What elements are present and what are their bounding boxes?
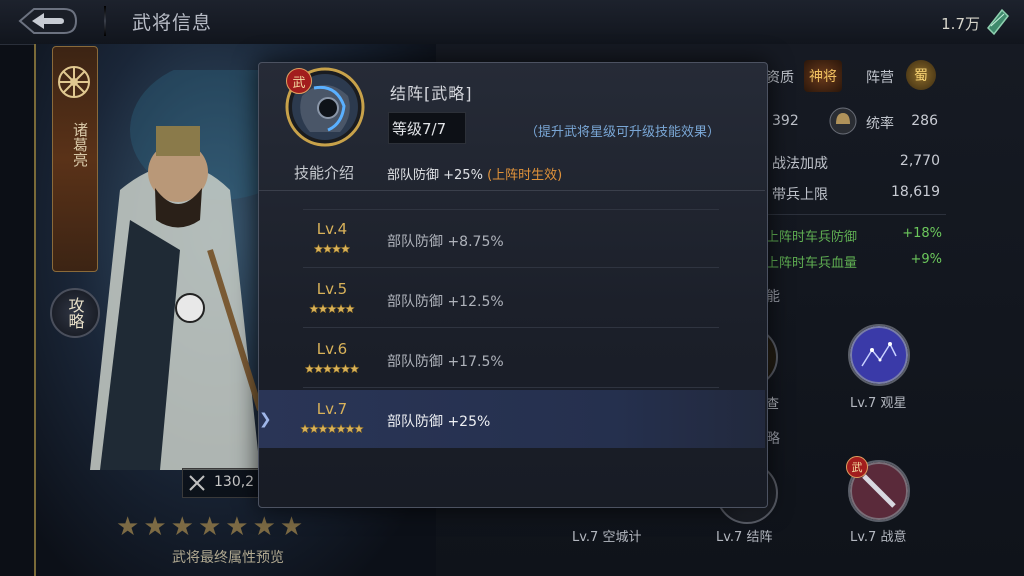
strategy-guide-button[interactable]: 攻略 bbox=[50, 288, 100, 338]
star-icon bbox=[331, 363, 342, 374]
level-row[interactable]: Lv.5 部队防御 +12.5% bbox=[259, 270, 765, 328]
level-stars bbox=[299, 194, 365, 198]
crossed-swords-icon bbox=[189, 475, 205, 491]
star-icon bbox=[326, 423, 338, 434]
level-label: Lv.6 bbox=[316, 340, 348, 358]
selection-arrow-icon: ❯ bbox=[259, 410, 272, 428]
level-effect: 部队防御 +17.5% bbox=[387, 354, 504, 370]
star-icon bbox=[304, 363, 315, 374]
level-stars bbox=[299, 423, 365, 434]
bonus-value: +9% bbox=[910, 252, 942, 267]
star-icon bbox=[335, 423, 347, 434]
star-icon bbox=[313, 363, 324, 374]
current-effect-value: 部队防御 +25% bbox=[387, 168, 483, 183]
hero-name: 诸葛亮 bbox=[71, 122, 89, 167]
title-separator bbox=[104, 6, 106, 36]
level-stars bbox=[308, 303, 356, 314]
page-title: 武将信息 bbox=[132, 12, 213, 34]
skill-level-text: 等级7/7 bbox=[392, 120, 447, 138]
star-icon bbox=[349, 363, 360, 374]
star-icon: ★ bbox=[252, 512, 276, 542]
row-divider bbox=[303, 267, 719, 268]
star-icon bbox=[322, 243, 333, 254]
level-stars bbox=[313, 243, 351, 254]
bonus-label: 上阵时车兵防御 bbox=[766, 230, 858, 245]
stat-value-partial: 392 bbox=[772, 113, 799, 129]
command-value: 286 bbox=[911, 113, 938, 129]
strategy-section-title: 略 bbox=[766, 431, 780, 447]
effect-condition: (上阵时生效) bbox=[487, 168, 563, 183]
level-label: Lv.4 bbox=[316, 220, 348, 238]
star-icon bbox=[353, 423, 365, 434]
star-icon bbox=[313, 243, 324, 254]
combat-power-value: 130,2 bbox=[214, 474, 255, 490]
star-icon bbox=[308, 423, 320, 434]
skill-name: 结阵[武略] bbox=[390, 84, 473, 103]
skills-section-title: 能 bbox=[766, 289, 780, 305]
dharma-wheel-icon bbox=[58, 66, 90, 98]
star-icon: ★ bbox=[279, 512, 304, 542]
faction-badge-icon: 蜀 bbox=[906, 60, 936, 90]
star-icon: ★ bbox=[197, 512, 222, 542]
star-icon: ★ bbox=[143, 512, 167, 542]
star-icon bbox=[335, 303, 347, 314]
star-icon bbox=[326, 303, 338, 314]
bonus-label: 上阵时车兵血量 bbox=[766, 256, 858, 271]
troop-cap-value: 18,619 bbox=[891, 184, 940, 200]
final-attribute-preview-link[interactable]: 武将最终属性预览 bbox=[172, 547, 284, 567]
troop-cap-label: 带兵上限 bbox=[772, 187, 828, 203]
bonus-value: +18% bbox=[902, 226, 942, 241]
star-icon bbox=[322, 363, 333, 374]
skill-caption: Lv.7 结阵 bbox=[716, 530, 773, 545]
level-stars bbox=[304, 363, 360, 374]
tactics-bonus-value: 2,770 bbox=[899, 153, 940, 169]
martial-type-badge-icon: 武 bbox=[286, 68, 312, 94]
top-bar: 武将信息 1.7万 bbox=[0, 0, 1024, 45]
star-icon bbox=[340, 363, 351, 374]
level-effect-list[interactable]: Lv.4 部队防御 +8.75% Lv.5 部队防御 +12.5% Lv.6 部… bbox=[259, 194, 765, 454]
currency-amount: 1.7万 bbox=[941, 15, 980, 33]
level-effect: 部队防御 +25% bbox=[387, 414, 491, 430]
star-icon bbox=[331, 243, 342, 254]
level-effect: 部队防御 +8.75% bbox=[387, 234, 504, 250]
stargazing-skill-icon[interactable] bbox=[848, 324, 910, 386]
star-icon bbox=[308, 303, 320, 314]
row-divider bbox=[303, 327, 719, 328]
star-icon bbox=[317, 303, 329, 314]
skill-caption: Lv.7 战意 bbox=[850, 530, 907, 545]
current-effect-text: 部队防御 +25% (上阵时生效) bbox=[387, 164, 562, 183]
aptitude-badge-icon: 神将 bbox=[804, 60, 842, 92]
level-row-selected[interactable]: ❯ Lv.7 部队防御 +25% bbox=[259, 390, 765, 448]
level-effect: 部队防御 +12.5% bbox=[387, 294, 504, 310]
star-icon bbox=[344, 423, 356, 434]
command-label: 统率 bbox=[866, 116, 894, 132]
star-icon: ★ bbox=[116, 512, 140, 542]
level-label: Lv.5 bbox=[316, 280, 348, 298]
star-icon: ★ bbox=[170, 512, 194, 542]
upgrade-hint: （提升武将星级可升级技能效果） bbox=[525, 125, 721, 140]
hero-star-rating: ★ ★ ★ ★ ★ ★ ★ bbox=[116, 512, 303, 542]
tactics-bonus-label: 战法加成 bbox=[772, 156, 828, 172]
stats-divider bbox=[766, 214, 946, 215]
popup-header-divider bbox=[259, 190, 765, 191]
star-icon bbox=[299, 423, 311, 434]
helmet-icon bbox=[829, 107, 857, 135]
star-icon bbox=[340, 243, 351, 254]
aptitude-label: 资质 bbox=[766, 70, 794, 86]
skill-caption: Lv.7 空城计 bbox=[572, 530, 642, 545]
star-icon: ★ bbox=[225, 512, 249, 542]
back-arrow-icon[interactable] bbox=[14, 4, 80, 38]
level-row bbox=[259, 194, 765, 210]
jade-gem-icon[interactable] bbox=[982, 6, 1012, 36]
level-row[interactable]: Lv.4 部队防御 +8.75% bbox=[259, 210, 765, 268]
row-divider bbox=[303, 387, 719, 388]
faction-label: 阵营 bbox=[866, 70, 894, 86]
star-icon bbox=[317, 423, 329, 434]
skill-caption: Lv.7 观星 bbox=[850, 396, 907, 411]
star-icon bbox=[344, 303, 356, 314]
martial-badge-icon: 武 bbox=[846, 456, 868, 478]
level-row[interactable]: Lv.6 部队防御 +17.5% bbox=[259, 330, 765, 388]
level-label: Lv.7 bbox=[316, 400, 348, 418]
skill-intro-label: 技能介绍 bbox=[294, 164, 355, 182]
